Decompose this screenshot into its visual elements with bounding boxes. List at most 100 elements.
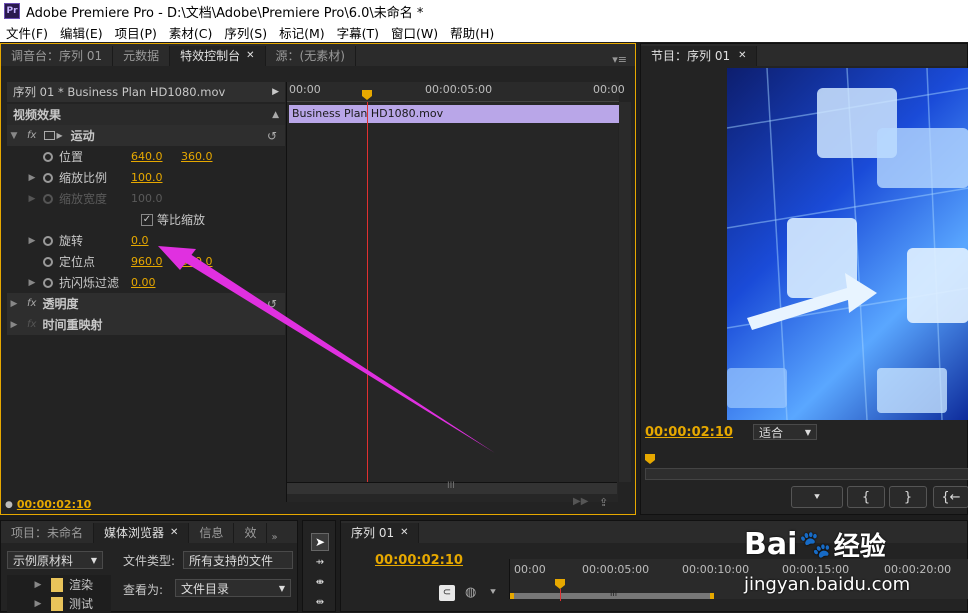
expand-triangle-icon[interactable]: ▶: [25, 236, 39, 246]
fx-icon[interactable]: fx: [27, 298, 36, 309]
tab-project[interactable]: 项目：未命名: [1, 523, 95, 543]
close-icon[interactable]: ✕: [400, 523, 408, 543]
expand-triangle-icon[interactable]: ▶: [7, 320, 21, 330]
menu-file[interactable]: 文件(F): [0, 23, 54, 42]
ruler-label-end: 00:00: [593, 83, 625, 96]
stopwatch-icon[interactable]: [43, 277, 53, 288]
tab-effect-controls[interactable]: 特效控制台 ✕: [170, 46, 266, 66]
scale-value[interactable]: 100.0: [131, 171, 163, 184]
marker-globe-icon[interactable]: ◍: [465, 585, 476, 600]
folder-item[interactable]: ▶ 测试: [7, 594, 111, 613]
transform-icon[interactable]: [44, 131, 56, 140]
project-panel: 项目：未命名 媒体浏览器 ✕ 信息 效 » 示例原材料 ▼ 文件类型: 所有支持…: [0, 520, 298, 613]
folder-item[interactable]: ▶ 渲染: [7, 575, 111, 594]
effect-ruler[interactable]: 00:00 00:00:05:00 00:00: [287, 82, 625, 102]
tab-program[interactable]: 节目：序列 01 ✕: [641, 46, 758, 66]
menu-sequence[interactable]: 序列(S): [218, 23, 273, 42]
stopwatch-icon[interactable]: [43, 235, 53, 246]
scale-width-label: 缩放宽度: [59, 192, 108, 206]
menu-clip[interactable]: 素材(C): [163, 23, 218, 42]
rotation-value[interactable]: 0.0: [131, 234, 149, 247]
anchor-y-value[interactable]: 540.0: [181, 255, 213, 268]
expand-triangle-icon[interactable]: ▶: [31, 580, 45, 590]
scroll-up-icon[interactable]: ▲: [272, 110, 279, 120]
timeline-ruler[interactable]: 00:00 00:00:05:00 00:00:10:00 00:00:15:0…: [509, 559, 968, 601]
snap-button[interactable]: ⊂: [439, 585, 455, 601]
anti-flicker-value[interactable]: 0.00: [131, 276, 156, 289]
menu-edit[interactable]: 编辑(E): [54, 23, 109, 42]
tab-metadata[interactable]: 元数据: [113, 46, 171, 66]
vertical-scrollbar[interactable]: [619, 102, 631, 482]
tab-media-browser[interactable]: 媒体浏览器 ✕: [94, 523, 190, 543]
menu-window[interactable]: 窗口(W): [385, 23, 444, 42]
menu-marker[interactable]: 标记(M): [273, 23, 331, 42]
panel-menu-icon[interactable]: ▾≡: [604, 53, 635, 66]
effect-motion[interactable]: ▼ fx ▶ 运动 ↺: [7, 125, 285, 146]
expand-triangle-icon[interactable]: ▶: [25, 278, 39, 288]
folder-icon: [51, 577, 63, 592]
effect-time-remap[interactable]: ▶ fx 时间重映射: [7, 314, 285, 335]
go-to-in-button[interactable]: {←: [933, 486, 968, 508]
close-icon[interactable]: ✕: [246, 46, 254, 66]
expand-triangle-icon[interactable]: ▼: [7, 131, 21, 141]
anchor-x-value[interactable]: 960.0: [131, 255, 181, 268]
add-marker-button[interactable]: ⯆: [791, 486, 843, 508]
effect-opacity[interactable]: ▶ fx 透明度 ↺: [7, 293, 285, 314]
sequence-header: 序列 01 * Business Plan HD1080.mov ▶: [7, 82, 285, 102]
playhead-line: [367, 102, 368, 482]
position-y-value[interactable]: 360.0: [181, 150, 213, 163]
horizontal-scrollbar[interactable]: III: [287, 481, 617, 494]
timeline-playhead-marker-icon[interactable]: [555, 579, 565, 589]
rolling-edit-tool-icon[interactable]: ⇹: [311, 597, 329, 611]
window-title: Adobe Premiere Pro - D:\文档\Adobe\Premier…: [26, 5, 424, 21]
mark-in-button[interactable]: {: [847, 486, 885, 508]
close-icon[interactable]: ✕: [738, 46, 746, 66]
file-type-dropdown[interactable]: 所有支持的文件: [183, 551, 293, 569]
nav-icon[interactable]: ▶▶: [573, 496, 588, 507]
add-marker-icon[interactable]: ⯆: [489, 587, 497, 598]
menu-help[interactable]: 帮助(H): [444, 23, 500, 42]
close-icon[interactable]: ✕: [170, 523, 178, 543]
tab-sequence[interactable]: 序列 01 ✕: [341, 523, 420, 543]
mark-out-button[interactable]: }: [889, 486, 927, 508]
timeline-timecode[interactable]: 00:00:02:10: [375, 553, 463, 568]
selection-tool-icon[interactable]: ➤: [311, 533, 329, 551]
export-icon[interactable]: ⇪: [599, 496, 608, 509]
example-dropdown[interactable]: 示例原材料 ▼: [7, 551, 103, 569]
stopwatch-icon[interactable]: [43, 151, 53, 162]
stopwatch-icon[interactable]: [43, 256, 53, 267]
clip-bar[interactable]: Business Plan HD1080.mov: [289, 105, 619, 123]
tab-info[interactable]: 信息: [189, 523, 235, 543]
tab-audio-mixer[interactable]: 调音台：序列 01: [1, 46, 114, 66]
program-tab-strip: 节目：序列 01 ✕: [641, 44, 967, 66]
position-x-value[interactable]: 640.0: [131, 150, 181, 163]
expand-triangle-icon[interactable]: ▶: [7, 299, 21, 309]
timeline-tab-strip: 序列 01 ✕: [341, 521, 967, 543]
program-timecode[interactable]: 00:00:02:10: [645, 425, 733, 440]
effect-timecode[interactable]: 00:00:02:10: [17, 498, 91, 511]
expand-triangle-icon[interactable]: ▶: [31, 599, 45, 609]
fx-icon[interactable]: fx: [27, 130, 36, 141]
menu-project[interactable]: 项目(P): [109, 23, 163, 42]
stopwatch-icon[interactable]: [43, 172, 53, 183]
tab-effects[interactable]: 效: [234, 523, 268, 543]
track-select-tool-icon[interactable]: ⇸: [311, 557, 329, 571]
effect-list: 序列 01 * Business Plan HD1080.mov ▶ 视频效果 …: [7, 82, 285, 502]
work-area-bar[interactable]: III: [510, 589, 714, 599]
view-as-dropdown[interactable]: 文件目录 ▼: [175, 579, 291, 597]
folder-icon: [51, 596, 63, 611]
reset-icon[interactable]: ↺: [267, 297, 277, 311]
menu-title[interactable]: 字幕(T): [331, 23, 385, 42]
expand-triangle-icon[interactable]: ▶: [25, 173, 39, 183]
tab-source[interactable]: 源：(无素材): [266, 46, 356, 66]
program-playhead-marker-icon[interactable]: [645, 454, 655, 464]
uniform-scale-checkbox[interactable]: ✓: [141, 213, 153, 226]
ripple-edit-tool-icon[interactable]: ⇼: [311, 577, 329, 591]
overflow-icon[interactable]: »: [267, 532, 281, 543]
fit-dropdown[interactable]: 适合 ▼: [752, 424, 817, 440]
play-triangle-icon[interactable]: ▶: [272, 87, 279, 97]
view-as-label: 查看为:: [123, 583, 164, 597]
program-scrubber[interactable]: [645, 468, 968, 480]
tools-panel: ➤ ⇸ ⇼ ⇹: [302, 520, 336, 612]
reset-icon[interactable]: ↺: [267, 129, 277, 143]
